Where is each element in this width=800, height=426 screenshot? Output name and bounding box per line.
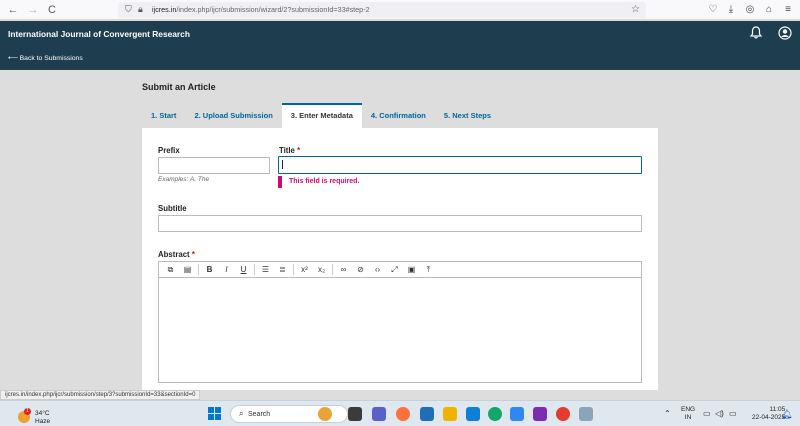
subtitle-input[interactable] bbox=[158, 215, 642, 232]
settings-app-icon[interactable] bbox=[510, 407, 524, 421]
site-header: International Journal of Convergent Rese… bbox=[0, 21, 800, 70]
unlink-icon[interactable]: ⊘ bbox=[352, 263, 369, 277]
network-icon[interactable]: ▭ bbox=[703, 409, 711, 418]
notification-badge: 1 bbox=[24, 408, 31, 415]
bullet-list-icon[interactable]: ☰ bbox=[257, 263, 274, 277]
windows-start-icon[interactable] bbox=[208, 407, 222, 421]
title-input[interactable] bbox=[278, 156, 642, 174]
address-bar[interactable]: ⛉ 🔒︎ ijcres.in/index.php/ijcr/submission… bbox=[118, 2, 646, 18]
tab-next-steps[interactable]: 5. Next Steps bbox=[435, 103, 500, 128]
language-indicator[interactable]: ENG IN bbox=[681, 406, 695, 422]
upload-icon[interactable]: ⤒ bbox=[420, 263, 437, 277]
title-label: Title * bbox=[279, 146, 301, 155]
store-icon[interactable] bbox=[420, 407, 434, 421]
back-to-submissions-link[interactable]: ⟵ Back to Submissions bbox=[8, 54, 83, 62]
notepad-icon[interactable] bbox=[579, 407, 593, 421]
prefix-label: Prefix bbox=[158, 146, 180, 155]
toolbar-divider bbox=[332, 264, 333, 275]
abstract-editor-toolbar: ⧉ ▤ B I U ☰ ≣ x² x₂ ∞ ⊘ ‹› ⤢ ▣ ⤒ bbox=[158, 261, 642, 278]
code-icon[interactable]: ‹› bbox=[369, 263, 386, 277]
onenote-icon[interactable] bbox=[533, 407, 547, 421]
title-error-message: This field is required. bbox=[278, 176, 359, 188]
required-mark: * bbox=[297, 146, 301, 155]
tab-confirmation[interactable]: 4. Confirmation bbox=[362, 103, 435, 128]
toolbar-divider bbox=[198, 264, 199, 275]
pocket-icon[interactable]: ♡ bbox=[706, 3, 720, 17]
volume-icon[interactable]: ◁) bbox=[715, 409, 724, 418]
battery-icon[interactable]: ▭ bbox=[729, 409, 737, 418]
abstract-label: Abstract * bbox=[158, 250, 195, 259]
download-icon[interactable]: ⤓ bbox=[724, 3, 738, 17]
text-cursor bbox=[282, 160, 283, 169]
prefix-input[interactable] bbox=[158, 157, 270, 174]
tab-upload-submission[interactable]: 2. Upload Submission bbox=[185, 103, 281, 128]
bold-icon[interactable]: B bbox=[201, 263, 218, 277]
prefix-hint: Examples: A, The bbox=[158, 176, 210, 183]
teams-icon[interactable] bbox=[372, 407, 386, 421]
tab-enter-metadata[interactable]: 3. Enter Metadata bbox=[281, 103, 362, 128]
wizard-tabs: 1. Start 2. Upload Submission 3. Enter M… bbox=[142, 103, 500, 128]
shield-icon[interactable]: ⛉ bbox=[125, 4, 132, 15]
superscript-icon[interactable]: x² bbox=[296, 263, 313, 277]
edge-icon[interactable] bbox=[488, 407, 502, 421]
toolbar-divider bbox=[293, 264, 294, 275]
star-icon[interactable]: ☆ bbox=[631, 4, 640, 15]
status-bar-url: ijcres.in/index.php/ijcr/submission/step… bbox=[0, 390, 201, 400]
toolbar-divider bbox=[254, 264, 255, 275]
tab-start[interactable]: 1. Start bbox=[142, 103, 185, 128]
required-mark: * bbox=[191, 250, 195, 259]
user-icon[interactable] bbox=[777, 26, 793, 42]
url-path: /index.php/ijcr/submission/wizard/2?subm… bbox=[176, 5, 370, 14]
subscript-icon[interactable]: x₂ bbox=[313, 263, 330, 277]
copy-icon[interactable]: ⧉ bbox=[162, 263, 179, 277]
page-title: Submit an Article bbox=[142, 82, 216, 92]
task-view-icon[interactable] bbox=[348, 407, 362, 421]
extensions-icon[interactable]: ⌂ bbox=[762, 3, 776, 17]
fullscreen-icon[interactable]: ⤢ bbox=[386, 263, 403, 277]
forward-arrow-icon[interactable]: → bbox=[26, 3, 40, 17]
url-text[interactable]: ijcres.in/index.php/ijcr/submission/wiza… bbox=[152, 5, 370, 14]
temperature: 34°C bbox=[35, 410, 50, 417]
weather-condition: Haze bbox=[35, 418, 51, 425]
numbered-list-icon[interactable]: ≣ bbox=[274, 263, 291, 277]
browser-toolbar: ← → C ⛉ 🔒︎ ijcres.in/index.php/ijcr/subm… bbox=[0, 0, 800, 20]
lock-icon[interactable]: 🔒︎ bbox=[138, 4, 143, 15]
subtitle-label: Subtitle bbox=[158, 204, 187, 213]
bell-icon[interactable] bbox=[748, 26, 764, 42]
menu-icon[interactable]: ≡ bbox=[781, 3, 795, 17]
search-placeholder: Search bbox=[248, 411, 271, 418]
search-icon: ⌕ bbox=[239, 409, 244, 418]
link-icon[interactable]: ∞ bbox=[335, 263, 352, 277]
image-icon[interactable]: ▣ bbox=[403, 263, 420, 277]
back-arrow-icon[interactable]: ← bbox=[6, 3, 20, 17]
files-icon[interactable] bbox=[443, 407, 457, 421]
reload-icon[interactable]: C bbox=[45, 3, 59, 17]
chrome-icon[interactable] bbox=[556, 407, 570, 421]
chevron-up-icon[interactable]: ⌃ bbox=[664, 409, 671, 418]
underline-icon[interactable]: U bbox=[235, 263, 252, 277]
firefox-icon[interactable] bbox=[396, 407, 410, 421]
windows-taskbar: 1 34°C Haze ⌕ Search ⌃ ENG IN ▭ ◁) ▭ 11:0… bbox=[0, 400, 800, 426]
notification-bell-icon[interactable]: 🔔︎ bbox=[781, 409, 792, 420]
site-title[interactable]: International Journal of Convergent Rese… bbox=[8, 29, 190, 39]
italic-icon[interactable]: I bbox=[218, 263, 235, 277]
widgets-icon[interactable] bbox=[318, 407, 332, 421]
abstract-editor[interactable] bbox=[158, 278, 642, 383]
account-icon[interactable]: ◎ bbox=[743, 3, 757, 17]
paste-icon[interactable]: ▤ bbox=[179, 263, 196, 277]
url-host: ijcres.in bbox=[152, 5, 177, 14]
mail-icon[interactable] bbox=[466, 407, 480, 421]
